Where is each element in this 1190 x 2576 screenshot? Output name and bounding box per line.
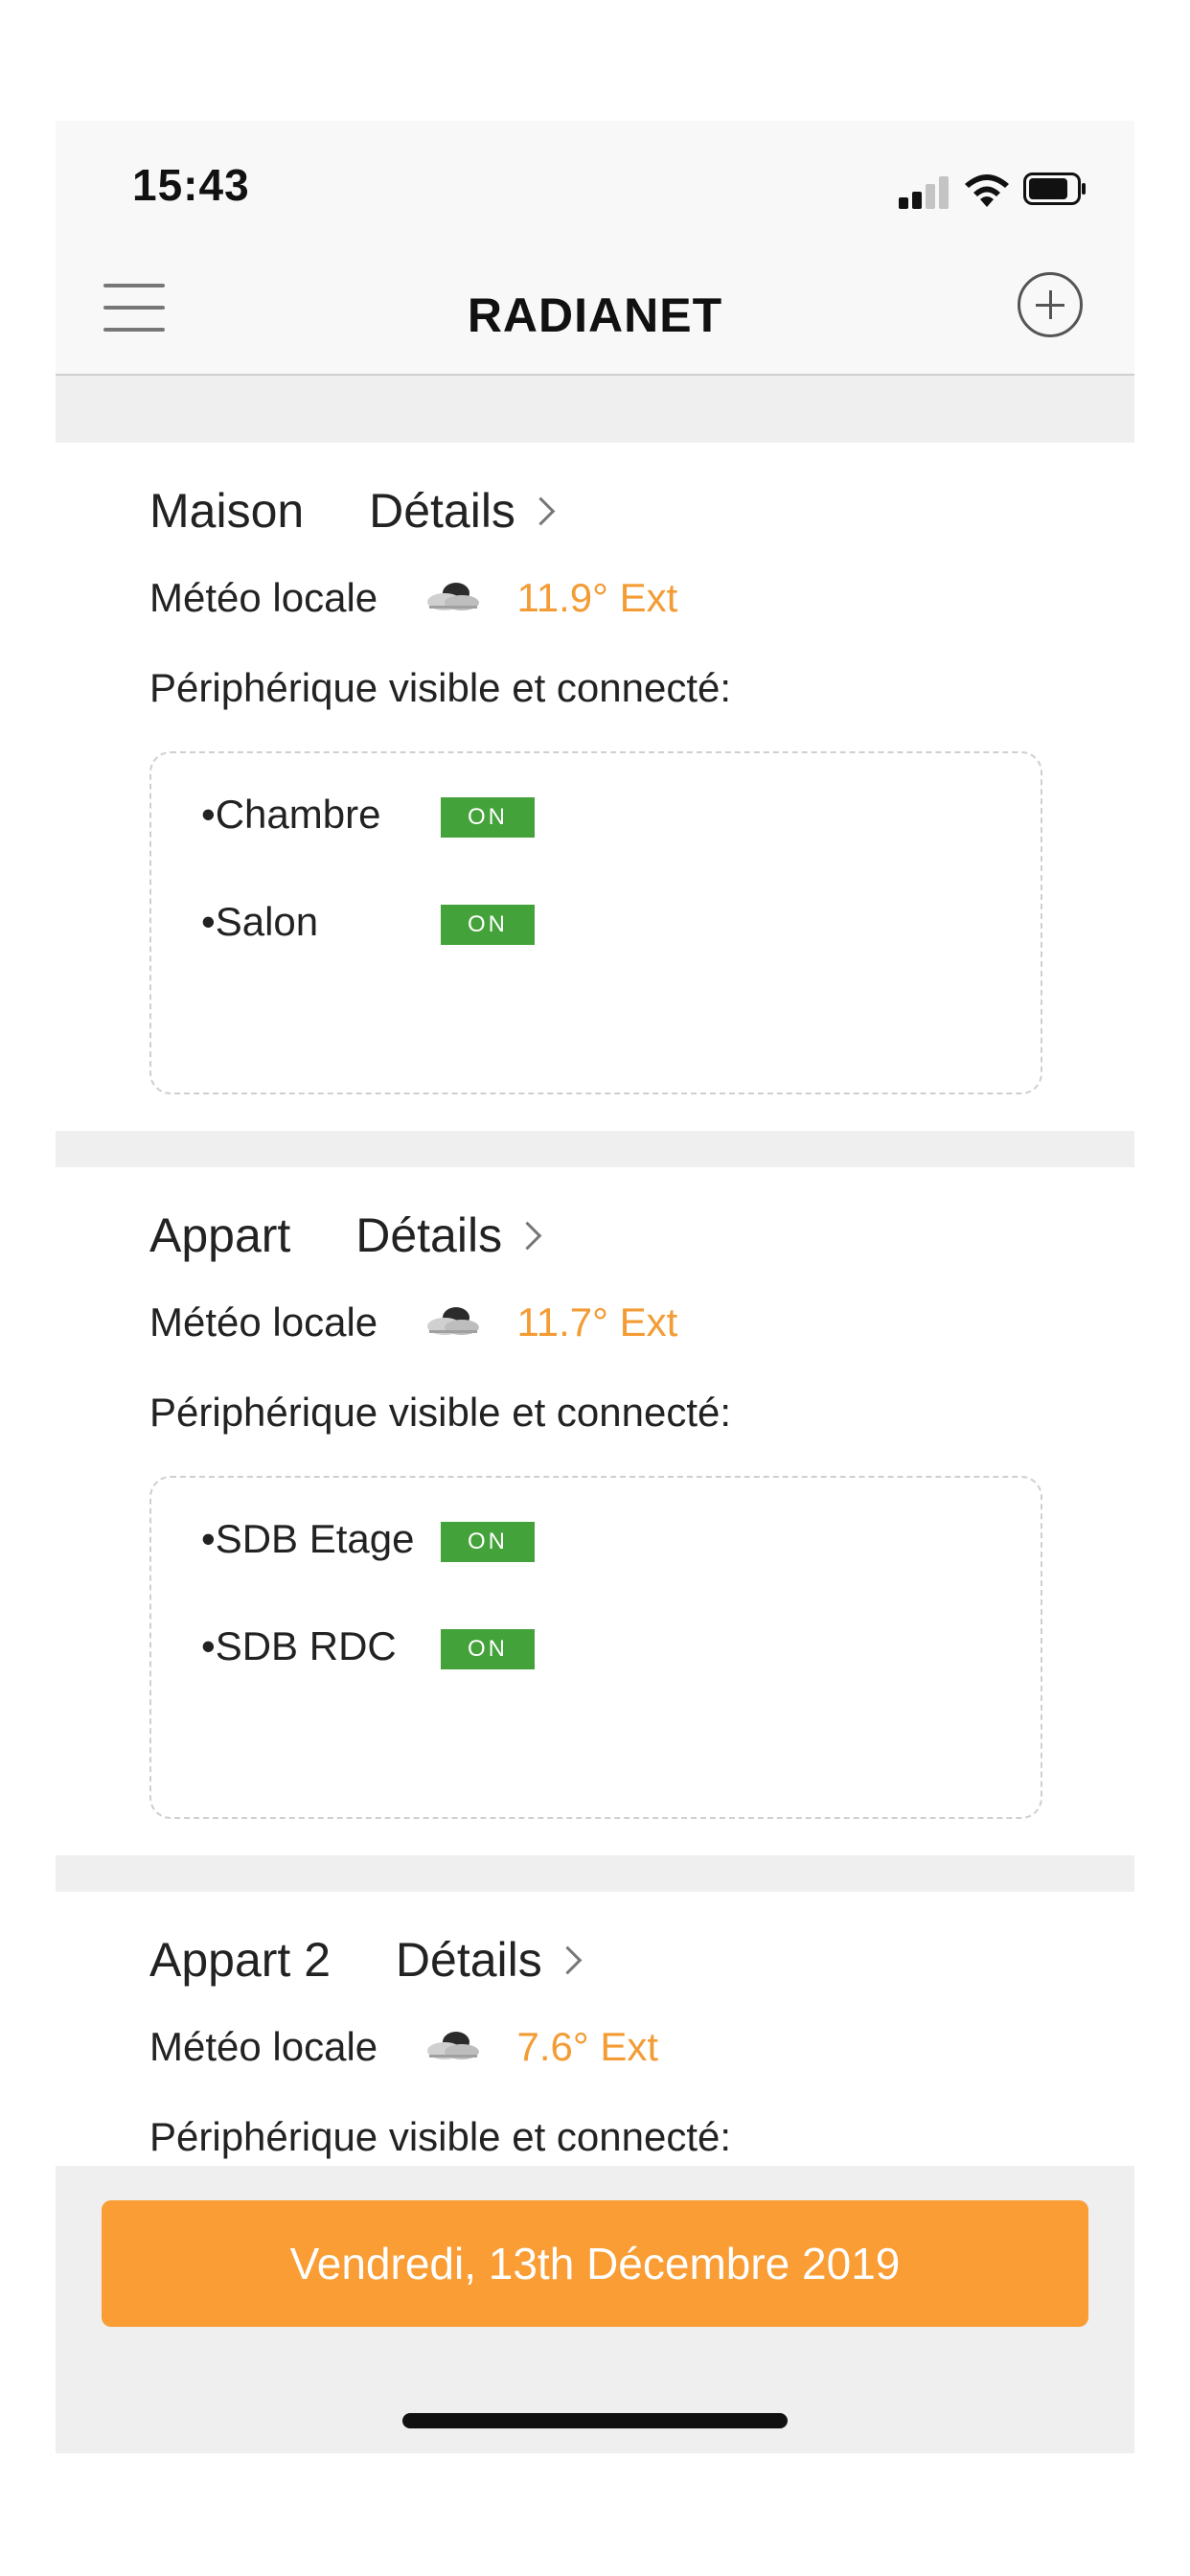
status-time: 15:43 <box>132 160 250 210</box>
add-home-button[interactable] <box>1018 272 1083 337</box>
homes-list[interactable]: Maison Détails Météo locale 11.9° Ext Pé… <box>56 376 1134 2166</box>
temperature-value: 11.7° Ext <box>516 1300 678 1345</box>
home-name: Maison <box>149 484 305 538</box>
device-name: •SDB Etage <box>201 1516 415 1561</box>
details-link[interactable]: Détails <box>355 1208 542 1262</box>
device-name: •Chambre <box>201 792 381 837</box>
devices-label: Périphérique visible et connecté: <box>149 1390 732 1435</box>
device-row[interactable]: •Salon ON <box>201 899 535 945</box>
temperature-value: 11.9° Ext <box>516 575 678 620</box>
cloud-sun-icon <box>426 583 479 610</box>
home-header: Appart 2 Détails <box>149 1932 583 1988</box>
home-header: Appart Détails <box>149 1208 542 1263</box>
home-name: Appart 2 <box>149 1933 332 1987</box>
cloud-sun-icon <box>426 1307 479 1335</box>
wifi-icon <box>965 174 1009 207</box>
weather-row: Météo locale 11.7° Ext <box>149 1300 677 1346</box>
chevron-right-icon <box>526 496 556 526</box>
footer: Vendredi, 13th Décembre 2019 <box>56 2166 1134 2453</box>
chevron-right-icon <box>513 1221 542 1251</box>
home-card: Appart 2 Détails Météo locale 7.6° Ext P… <box>56 1892 1134 2166</box>
date-button[interactable]: Vendredi, 13th Décembre 2019 <box>102 2200 1088 2327</box>
device-row[interactable]: •SDB Etage ON <box>201 1516 535 1562</box>
status-badge: ON <box>441 905 535 945</box>
weather-label: Météo locale <box>149 2024 378 2069</box>
devices-box: •Chambre ON •Salon ON <box>149 751 1042 1094</box>
status-bar: 15:43 <box>56 121 1134 245</box>
weather-label: Météo locale <box>149 575 378 620</box>
device-name: •Salon <box>201 899 319 944</box>
app-title: RADIANET <box>467 288 723 342</box>
temperature-value: 7.6° Ext <box>516 2024 659 2069</box>
weather-label: Météo locale <box>149 1300 378 1345</box>
devices-label: Périphérique visible et connecté: <box>149 665 732 710</box>
status-badge: ON <box>441 1629 535 1669</box>
devices-label: Périphérique visible et connecté: <box>149 2114 732 2159</box>
devices-box: •SDB Etage ON •SDB RDC ON <box>149 1476 1042 1819</box>
cloud-sun-icon <box>426 2032 479 2059</box>
details-link[interactable]: Détails <box>369 484 556 538</box>
device-name: •SDB RDC <box>201 1623 397 1668</box>
cellular-signal-icon <box>899 176 950 209</box>
weather-row: Météo locale 11.9° Ext <box>149 575 677 621</box>
home-card: Appart Détails Météo locale 11.7° Ext Pé… <box>56 1167 1134 1855</box>
home-name: Appart <box>149 1208 291 1262</box>
details-link[interactable]: Détails <box>396 1933 583 1987</box>
device-row[interactable]: •SDB RDC ON <box>201 1623 535 1669</box>
status-badge: ON <box>441 1522 535 1562</box>
battery-icon <box>1023 172 1086 205</box>
home-indicator[interactable] <box>402 2413 788 2428</box>
chevron-right-icon <box>553 1945 583 1975</box>
home-card: Maison Détails Météo locale 11.9° Ext Pé… <box>56 443 1134 1131</box>
device-row[interactable]: •Chambre ON <box>201 792 535 838</box>
status-badge: ON <box>441 797 535 838</box>
home-header: Maison Détails <box>149 483 556 539</box>
navigation-bar: RADIANET <box>56 245 1134 376</box>
weather-row: Météo locale 7.6° Ext <box>149 2024 658 2070</box>
app-screen: 15:43 RADIANET Maison Détails Météo loca… <box>56 121 1134 2453</box>
